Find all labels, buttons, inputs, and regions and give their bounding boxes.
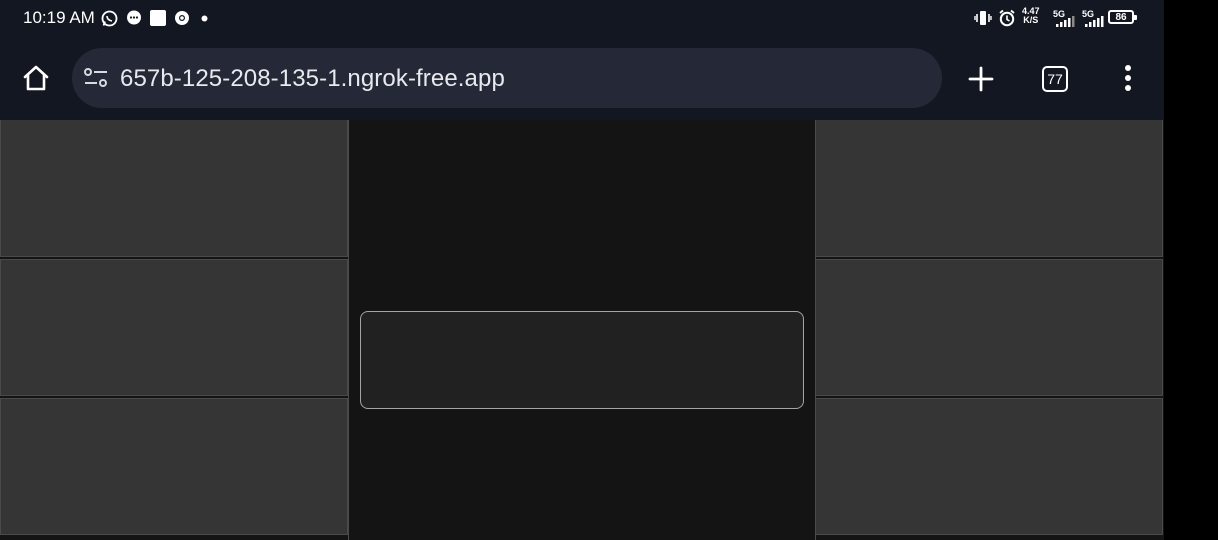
message-icon — [126, 10, 142, 26]
dot-icon — [201, 15, 208, 22]
network-speed: 4.47 K/S — [1022, 7, 1040, 25]
text-input-box[interactable] — [360, 311, 804, 409]
left-tile-2[interactable] — [0, 259, 348, 396]
right-tile-1[interactable] — [815, 120, 1163, 257]
page-content — [0, 120, 1164, 540]
left-tile-column — [0, 120, 349, 538]
plus-icon — [968, 66, 994, 92]
chrome-icon — [174, 10, 190, 26]
status-time: 10:19 AM — [23, 8, 95, 27]
address-bar[interactable]: 657b-125-208-135-1.ngrok-free.app — [72, 48, 942, 108]
battery-level: 86 — [1115, 11, 1127, 23]
more-menu-button[interactable] — [1116, 62, 1140, 94]
vibrate-icon — [974, 9, 992, 27]
right-tile-2[interactable] — [815, 259, 1163, 396]
url-text[interactable]: 657b-125-208-135-1.ngrok-free.app — [120, 65, 505, 93]
signal-bars-icon — [1056, 16, 1076, 27]
right-tile-3[interactable] — [815, 398, 1163, 535]
signal-bars-icon — [1085, 16, 1105, 27]
alarm-icon — [998, 9, 1016, 27]
screen-edge — [1164, 0, 1218, 540]
app-square-icon — [150, 10, 166, 26]
tab-switcher-button[interactable]: 77 — [1042, 66, 1068, 92]
home-icon — [23, 65, 49, 91]
status-bar: 10:19 AM 4.47 K/S 5G 5G 86 — [0, 0, 1164, 36]
home-button[interactable] — [18, 60, 54, 96]
network-speed-unit: K/S — [1023, 15, 1039, 25]
tune-icon[interactable] — [84, 67, 108, 89]
right-tile-column — [815, 120, 1164, 538]
left-tile-3[interactable] — [0, 398, 348, 535]
battery-icon: 86 — [1108, 10, 1137, 24]
new-tab-button[interactable] — [962, 60, 1000, 98]
more-vert-icon — [1125, 65, 1131, 91]
phone-screen: 10:19 AM 4.47 K/S 5G 5G 86 657b-125-208-… — [0, 0, 1164, 540]
whatsapp-icon — [101, 10, 118, 27]
column-divider — [348, 120, 349, 540]
tab-count: 77 — [1047, 71, 1063, 87]
browser-toolbar: 657b-125-208-135-1.ngrok-free.app 77 — [0, 36, 1164, 120]
left-tile-1[interactable] — [0, 120, 348, 257]
